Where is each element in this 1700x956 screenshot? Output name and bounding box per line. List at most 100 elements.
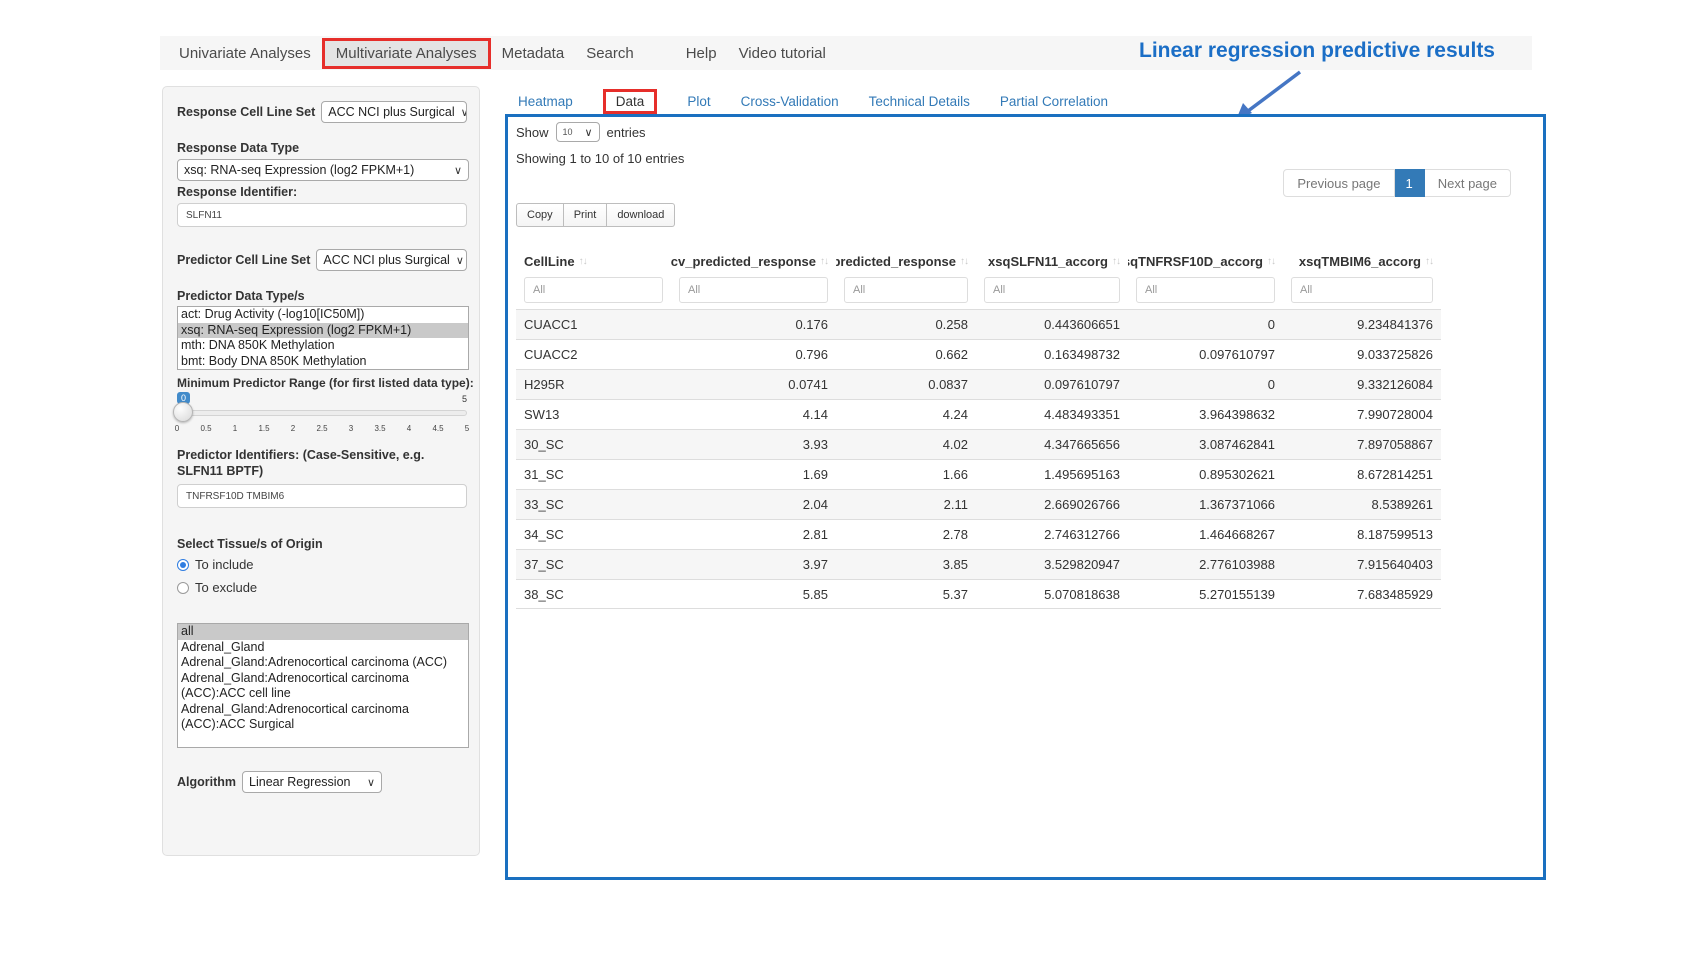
- table-filter-cell: [1128, 277, 1283, 303]
- nav-item-video-tutorial[interactable]: Video tutorial: [728, 45, 837, 62]
- filter-input-cv-predicted-response[interactable]: [679, 277, 828, 303]
- show-entries-control: Show 10 ∨ entries: [516, 122, 646, 142]
- page-number-button[interactable]: 1: [1395, 169, 1425, 197]
- nav-item-help[interactable]: Help: [675, 45, 728, 62]
- slider-tick-label: 2.5: [316, 424, 327, 433]
- table-cell: 3.087462841: [1128, 437, 1283, 452]
- table-cell: 7.897058867: [1283, 437, 1441, 452]
- table-row: 31_SC1.691.661.4956951630.8953026218.672…: [516, 459, 1441, 489]
- table-cell: 8.187599513: [1283, 527, 1441, 542]
- min-predictor-range-slider: 0 5 00.511.522.533.544.55: [177, 392, 467, 440]
- slider-handle[interactable]: [173, 402, 193, 422]
- table-cell: 8.5389261: [1283, 497, 1441, 512]
- tissue-origin-listbox[interactable]: allAdrenal_GlandAdrenal_Gland:Adrenocort…: [177, 623, 469, 748]
- predictor-data-type-option[interactable]: mth: DNA 850K Methylation: [178, 338, 468, 354]
- column-header-cv-predicted-response[interactable]: cv_predicted_response↑↓: [671, 254, 836, 269]
- response-data-type-select[interactable]: xsq: RNA-seq Expression (log2 FPKM+1) ∨: [177, 159, 469, 181]
- tissue-radio-to-include[interactable]: To include: [177, 557, 467, 572]
- sort-icon[interactable]: ↑↓: [960, 256, 968, 267]
- sort-icon[interactable]: ↑↓: [1112, 256, 1120, 267]
- column-header-xsqtmbim6-accorg[interactable]: xsqTMBIM6_accorg↑↓: [1283, 254, 1441, 269]
- tissue-option[interactable]: Adrenal_Gland:Adrenocortical carcinoma (…: [178, 655, 468, 671]
- pagination: Previous page 1 Next page: [1283, 169, 1511, 197]
- next-page-button[interactable]: Next page: [1425, 169, 1511, 197]
- column-header-predicted-response[interactable]: predicted_response↑↓: [836, 254, 976, 269]
- sort-icon[interactable]: ↑↓: [579, 256, 587, 267]
- table-cell: 2.11: [836, 497, 976, 512]
- predictor-data-type-option[interactable]: act: Drug Activity (-log10[IC50M]): [178, 307, 468, 323]
- column-header-xsqslfn11-accorg[interactable]: xsqSLFN11_accorg↑↓: [976, 254, 1128, 269]
- tissue-radio-to-exclude[interactable]: To exclude: [177, 580, 467, 595]
- column-header-label: CellLine: [524, 254, 575, 269]
- tissue-origin-radios: To include To exclude: [177, 557, 467, 603]
- min-predictor-range-label: Minimum Predictor Range (for first liste…: [177, 376, 467, 390]
- table-cell: 2.776103988: [1128, 557, 1283, 572]
- response-cell-line-set-label: Response Cell Line Set: [177, 105, 315, 119]
- previous-page-button[interactable]: Previous page: [1283, 169, 1394, 197]
- predictor-cell-line-set-select[interactable]: ACC NCI plus Surgical ∨: [316, 249, 467, 271]
- tab-technical-details[interactable]: Technical Details: [869, 94, 970, 109]
- filter-input-xsqtmbim6-accorg[interactable]: [1291, 277, 1433, 303]
- predictor-identifiers-input[interactable]: [177, 484, 467, 508]
- filter-input-predicted-response[interactable]: [844, 277, 968, 303]
- tissue-option[interactable]: all: [178, 624, 468, 640]
- table-cell: 7.915640403: [1283, 557, 1441, 572]
- table-cell: 4.02: [836, 437, 976, 452]
- predictor-data-types-listbox[interactable]: act: Drug Activity (-log10[IC50M])xsq: R…: [177, 306, 469, 370]
- tab-plot[interactable]: Plot: [687, 94, 710, 109]
- table-cell: CUACC1: [516, 317, 671, 332]
- tab-partial-correlation[interactable]: Partial Correlation: [1000, 94, 1108, 109]
- table-row: SW134.144.244.4834933513.9643986327.9907…: [516, 399, 1441, 429]
- table-cell: 31_SC: [516, 467, 671, 482]
- radio-icon: [177, 582, 189, 594]
- table-row: 30_SC3.934.024.3476656563.0874628417.897…: [516, 429, 1441, 459]
- tissue-option[interactable]: Adrenal_Gland:Adrenocortical carcinoma (…: [178, 671, 468, 702]
- filter-input-xsqtnfrsf10d-accorg[interactable]: [1136, 277, 1275, 303]
- algorithm-select[interactable]: Linear Regression ∨: [242, 771, 382, 793]
- tab-data[interactable]: Data: [603, 89, 658, 114]
- table-cell: 2.746312766: [976, 527, 1128, 542]
- table-cell: 37_SC: [516, 557, 671, 572]
- show-entries-select[interactable]: 10 ∨: [556, 122, 600, 142]
- table-cell: 5.270155139: [1128, 587, 1283, 602]
- tissue-option[interactable]: Adrenal_Gland: [178, 640, 468, 656]
- predictor-data-type-option[interactable]: bmt: Body DNA 850K Methylation: [178, 354, 468, 370]
- slider-tick-label: 4: [407, 424, 411, 433]
- algorithm-label: Algorithm: [177, 775, 236, 789]
- response-identifier-label: Response Identifier:: [177, 185, 467, 199]
- nav-item-metadata[interactable]: Metadata: [491, 45, 576, 62]
- table-cell: 5.37: [836, 587, 976, 602]
- sort-icon[interactable]: ↑↓: [1425, 256, 1433, 267]
- table-cell: 0.0837: [836, 377, 976, 392]
- download-button[interactable]: download: [607, 203, 675, 227]
- slider-track[interactable]: [177, 410, 467, 416]
- slider-tick-label: 1: [233, 424, 237, 433]
- nav-item-search[interactable]: Search: [575, 45, 645, 62]
- predictor-data-type-option[interactable]: xsq: RNA-seq Expression (log2 FPKM+1): [178, 323, 468, 339]
- column-header-xsqtnfrsf10d-accorg[interactable]: xsqTNFRSF10D_accorg↑↓: [1128, 254, 1283, 269]
- table-cell: 7.990728004: [1283, 407, 1441, 422]
- tissue-option[interactable]: Adrenal_Gland:Adrenocortical carcinoma (…: [178, 702, 468, 733]
- table-cell: 33_SC: [516, 497, 671, 512]
- table-cell: 4.24: [836, 407, 976, 422]
- nav-item-univariate-analyses[interactable]: Univariate Analyses: [168, 45, 322, 62]
- tab-cross-validation[interactable]: Cross-Validation: [741, 94, 839, 109]
- tab-heatmap[interactable]: Heatmap: [518, 94, 573, 109]
- column-header-cellline[interactable]: CellLine ↑↓: [516, 254, 671, 269]
- filter-input-xsqslfn11-accorg[interactable]: [984, 277, 1120, 303]
- sort-icon[interactable]: ↑↓: [1267, 256, 1275, 267]
- print-button[interactable]: Print: [564, 203, 608, 227]
- table-cell: 9.332126084: [1283, 377, 1441, 392]
- slider-tick-label: 4.5: [432, 424, 443, 433]
- response-identifier-input[interactable]: [177, 203, 467, 227]
- slider-tick-label: 0.5: [200, 424, 211, 433]
- copy-button[interactable]: Copy: [516, 203, 564, 227]
- table-header-row: CellLine↑↓cv_predicted_response↑↓predict…: [516, 247, 1441, 275]
- filter-input-cellline[interactable]: [524, 277, 663, 303]
- slider-tick-label: 0: [175, 424, 179, 433]
- response-cell-line-set-select[interactable]: ACC NCI plus Surgical ∨: [321, 101, 467, 123]
- table-cell: 5.85: [671, 587, 836, 602]
- nav-item-multivariate-analyses[interactable]: Multivariate Analyses: [322, 38, 491, 69]
- table-row: 34_SC2.812.782.7463127661.4646682678.187…: [516, 519, 1441, 549]
- sort-icon[interactable]: ↑↓: [820, 256, 828, 267]
